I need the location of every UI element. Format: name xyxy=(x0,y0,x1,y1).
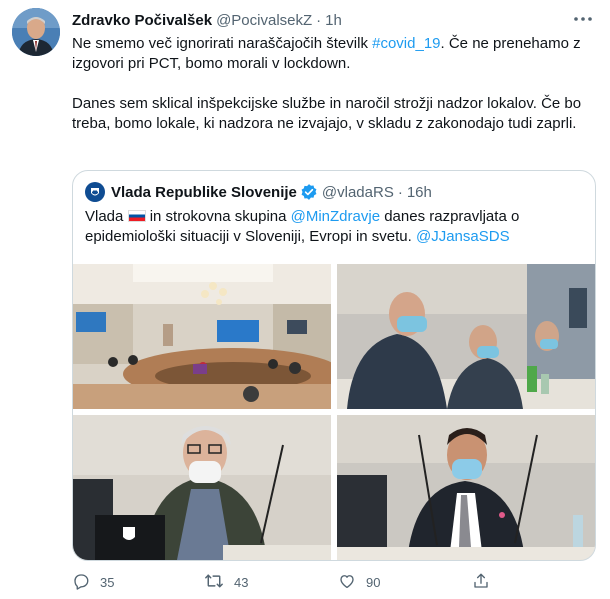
author-handle[interactable]: @PocivalsekZ xyxy=(216,12,312,29)
header-separator: · xyxy=(316,11,322,29)
photo-minister-seated[interactable] xyxy=(337,415,595,560)
reply-button[interactable]: 35 xyxy=(72,570,114,594)
author-name[interactable]: Zdravko Počivalšek xyxy=(72,12,212,29)
photo-conference-room[interactable] xyxy=(73,264,331,409)
author-avatar[interactable] xyxy=(12,8,60,56)
quoted-header-separator: · xyxy=(397,183,403,201)
tweet: Zdravko Počivalšek @PocivalsekZ · 1h Ne … xyxy=(0,0,610,599)
reply-count: 35 xyxy=(100,574,115,590)
quoted-text-part: Vlada xyxy=(85,208,128,225)
share-icon xyxy=(472,572,490,593)
reply-icon xyxy=(72,572,90,593)
media-grid xyxy=(73,264,595,560)
quoted-tweet-time: 16h xyxy=(406,183,432,201)
retweet-count: 43 xyxy=(234,574,249,590)
retweet-icon xyxy=(204,572,224,593)
like-button[interactable]: 90 xyxy=(338,570,380,594)
tweet-text: Ne smemo več ignorirati naraščajočih šte… xyxy=(72,34,602,134)
slovenia-flag-icon xyxy=(127,210,146,222)
quoted-author-avatar xyxy=(85,182,105,202)
more-icon[interactable] xyxy=(568,9,598,29)
quoted-author-name: Vlada Republike Slovenije xyxy=(111,183,297,201)
like-count: 90 xyxy=(366,574,381,590)
mention-link[interactable]: @MinZdravje xyxy=(291,208,380,225)
tweet-paragraph-2: Danes sem sklical inšpekcijske službe in… xyxy=(72,95,582,132)
quoted-tweet-header: Vlada Republike Slovenije @vladaRS · 16h xyxy=(85,181,432,203)
share-button[interactable] xyxy=(472,570,490,594)
tweet-header: Zdravko Počivalšek @PocivalsekZ · 1h xyxy=(72,10,570,30)
verified-icon xyxy=(300,183,318,201)
tweet-time[interactable]: 1h xyxy=(325,12,342,29)
photo-officials-meeting[interactable] xyxy=(337,264,595,409)
quoted-text-part: in strokovna skupina xyxy=(145,208,291,225)
photo-expert-speaking[interactable] xyxy=(73,415,331,560)
quoted-tweet-text: Vlada in strokovna skupina @MinZdravje d… xyxy=(85,207,581,247)
tweet-text-part: Ne smemo več ignorirati naraščajočih šte… xyxy=(72,35,373,52)
retweet-button[interactable]: 43 xyxy=(204,570,248,594)
mention-link[interactable]: @JJansaSDS xyxy=(416,228,510,245)
tweet-paragraph-1: Ne smemo več ignorirati naraščajočih šte… xyxy=(72,34,602,74)
like-icon xyxy=(338,572,356,593)
hashtag-link[interactable]: #covid_19 xyxy=(372,35,440,52)
quoted-tweet[interactable]: Vlada Republike Slovenije @vladaRS · 16h… xyxy=(72,170,596,561)
quoted-author-handle: @vladaRS xyxy=(321,183,394,201)
